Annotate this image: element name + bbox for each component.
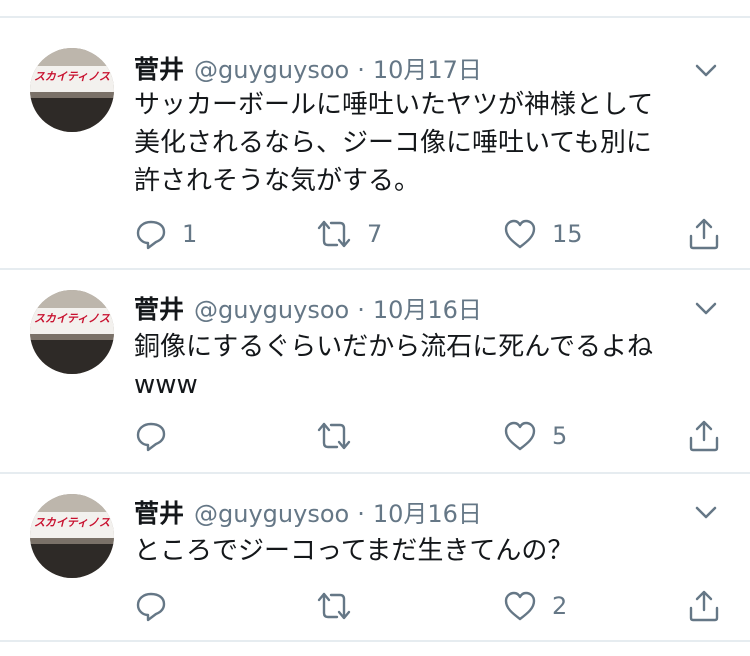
avatar[interactable]: スカイティノス — [30, 494, 114, 578]
chevron-down-icon[interactable] — [690, 292, 722, 324]
tweet-actions: 5 — [0, 416, 750, 456]
reply-button[interactable] — [134, 586, 182, 626]
retweet-icon — [315, 217, 353, 251]
tweet-actions: 2 — [0, 586, 750, 626]
retweet-count: 7 — [367, 220, 383, 248]
avatar-sign-text: スカイティノス — [33, 516, 111, 529]
tweet-date[interactable]: 10月17日 — [373, 50, 482, 85]
share-icon — [687, 588, 721, 624]
like-icon — [502, 217, 538, 251]
reply-button[interactable]: 1 — [134, 214, 197, 254]
retweet-icon — [315, 419, 353, 453]
avatar-sign-text: スカイティノス — [33, 312, 111, 325]
avatar-sign-text: スカイティノス — [33, 70, 111, 83]
like-count: 15 — [552, 220, 583, 248]
author-name[interactable]: 菅井 — [134, 494, 184, 530]
share-button[interactable] — [687, 416, 721, 456]
retweet-button[interactable] — [315, 416, 367, 456]
separator-dot: · — [357, 56, 365, 84]
avatar[interactable]: スカイティノス — [30, 48, 114, 132]
like-count: 5 — [552, 422, 568, 450]
chevron-down-icon[interactable] — [690, 54, 722, 86]
retweet-button[interactable] — [315, 586, 367, 626]
like-icon — [502, 589, 538, 623]
tweet[interactable]: スカイティノス 菅井 @guyguysoo · 10月16日 ところでジーコって… — [0, 474, 750, 656]
reply-icon — [134, 217, 168, 251]
reply-icon — [134, 419, 168, 453]
tweet-date[interactable]: 10月16日 — [373, 494, 482, 529]
share-icon — [687, 418, 721, 454]
retweet-icon — [315, 589, 353, 623]
retweet-button[interactable]: 7 — [315, 214, 382, 254]
reply-count: 1 — [182, 220, 198, 248]
author-name[interactable]: 菅井 — [134, 290, 184, 326]
like-button[interactable]: 2 — [502, 586, 567, 626]
author-handle[interactable]: @guyguysoo — [194, 296, 349, 324]
like-button[interactable]: 5 — [502, 416, 567, 456]
tweet-divider — [0, 640, 750, 642]
tweet[interactable]: スカイティノス 菅井 @guyguysoo · 10月17日 サッカーボールに唾… — [0, 18, 750, 270]
avatar[interactable]: スカイティノス — [30, 290, 114, 374]
reply-icon — [134, 589, 168, 623]
like-button[interactable]: 15 — [502, 214, 583, 254]
reply-button[interactable] — [134, 416, 182, 456]
tweet-text: サッカーボールに唾吐いたヤツが神様として 美化されるなら、ジーコ像に唾吐いても別… — [134, 90, 654, 196]
tweet-text: 銅像にするぐらいだから流石に死んでるよね www — [134, 332, 653, 400]
tweet-text: ところでジーコってまだ生きてんの？ — [134, 536, 574, 566]
like-count: 2 — [552, 592, 568, 620]
author-handle[interactable]: @guyguysoo — [194, 56, 349, 84]
like-icon — [502, 419, 538, 453]
share-icon — [687, 216, 721, 252]
tweet-date[interactable]: 10月16日 — [373, 290, 482, 325]
share-button[interactable] — [687, 586, 721, 626]
separator-dot: · — [357, 296, 365, 324]
tweet[interactable]: スカイティノス 菅井 @guyguysoo · 10月16日 銅像にするぐらいだ… — [0, 270, 750, 474]
tweet-actions: 1 7 15 — [0, 214, 750, 254]
chevron-down-icon[interactable] — [690, 496, 722, 528]
share-button[interactable] — [687, 214, 721, 254]
separator-dot: · — [357, 500, 365, 528]
author-handle[interactable]: @guyguysoo — [194, 500, 349, 528]
author-name[interactable]: 菅井 — [134, 50, 184, 86]
